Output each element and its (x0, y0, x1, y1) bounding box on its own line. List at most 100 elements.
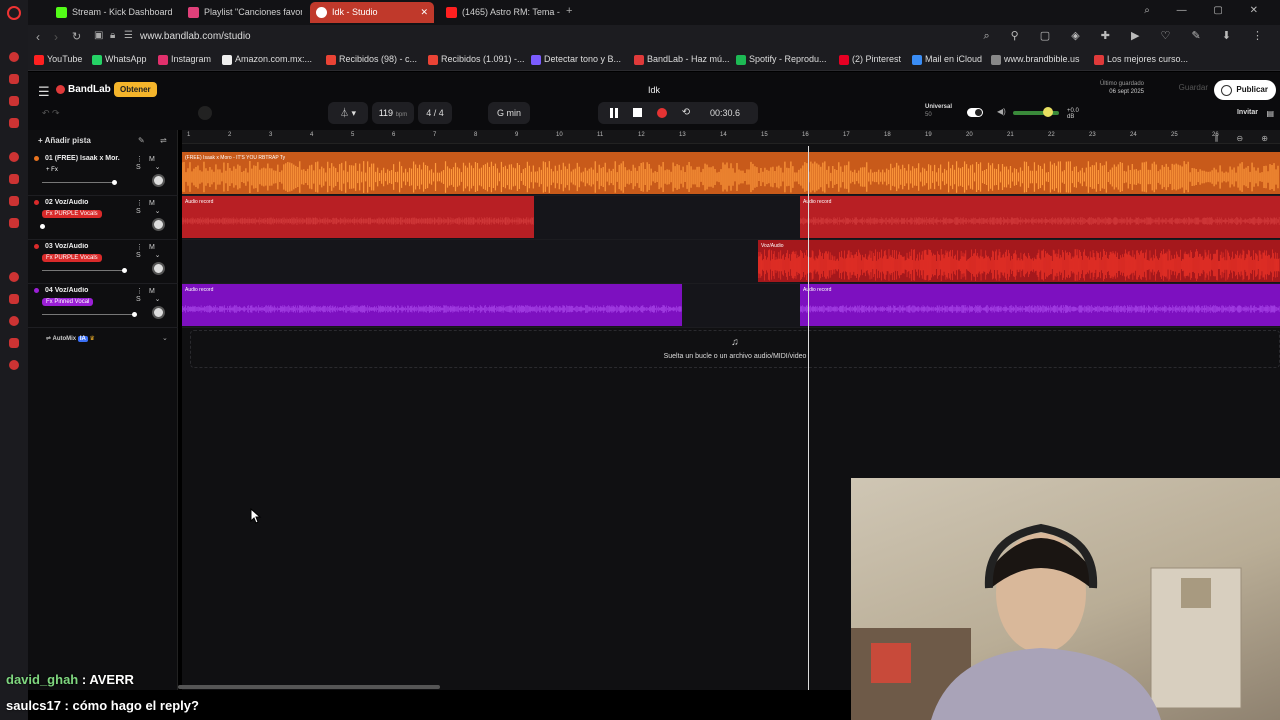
bookmark-item[interactable]: www.brandbible.us (991, 54, 1080, 65)
mail-icon[interactable] (9, 118, 19, 128)
metronome-box[interactable]: ⏃ ▾ (328, 102, 368, 124)
tiktok-icon[interactable] (9, 196, 19, 206)
track-name[interactable]: 04 Voz/Audio (45, 287, 120, 294)
tab-youtube[interactable]: (1465) Astro RM: Tema - (440, 2, 560, 23)
forward-icon[interactable]: › (54, 30, 58, 44)
audio-clip[interactable]: Audio record (182, 284, 682, 326)
metronome-icon[interactable]: ⏃ ▾ (340, 108, 356, 118)
address-bar-tools[interactable]: ⌕ ⚲ ▢ ◈ ✚ ▶ ♡ ✎ ⬇ ⋮ (983, 29, 1272, 43)
settings-circle-icon[interactable] (198, 106, 212, 120)
track-pan-knob[interactable] (152, 218, 165, 231)
track-volume-slider[interactable] (42, 270, 124, 271)
window-controls[interactable]: ⌕ — ▢ ✕ (1144, 5, 1270, 16)
universal-toggle[interactable] (967, 108, 983, 117)
audio-clip[interactable]: Audio record (800, 284, 1280, 326)
site-info-icon[interactable]: ☰ (124, 30, 133, 41)
chat-icon[interactable]: ▤ (1266, 109, 1274, 118)
snapshot-icon[interactable]: ▣ (94, 30, 103, 41)
mute-solo-buttons[interactable]: ⋮M S ⌄ (136, 243, 178, 259)
record-button[interactable] (654, 105, 670, 121)
new-tab-button[interactable]: + (566, 5, 572, 17)
opera-logo-icon[interactable] (7, 6, 21, 20)
bookmark-item[interactable]: Recibidos (98) - c... (326, 54, 417, 65)
track-volume-handle[interactable] (122, 268, 127, 273)
record-arm-icon[interactable] (34, 200, 39, 205)
pause-button[interactable] (606, 105, 622, 121)
edit-icon[interactable]: ✎ (138, 136, 145, 145)
x-icon[interactable] (9, 218, 19, 228)
track-name[interactable]: 02 Voz/Audio (45, 199, 120, 206)
url-field[interactable]: www.bandlab.com/studio (140, 31, 251, 42)
back-icon[interactable]: ‹ (36, 30, 40, 44)
time-signature-box[interactable]: 4 / 4 (418, 102, 452, 124)
bpm-value[interactable]: 119 (379, 108, 393, 118)
instagram-icon[interactable] (9, 174, 19, 184)
bookmark-item[interactable]: BandLab - Haz mú... (634, 54, 730, 65)
track-lane[interactable]: Audio record Audio record (182, 196, 1280, 240)
playhead[interactable] (808, 146, 809, 690)
timeline-ruler[interactable]: 1 2 3 4 5 6 7 8 9 10 11 12 13 14 15 16 17 18 19 20 21 22 23 24 2… (182, 130, 1280, 144)
track-fx-badge[interactable]: Fx PURPLE Vocals (42, 210, 102, 218)
tab-playlist[interactable]: Playlist "Canciones favor (182, 2, 302, 23)
key-value[interactable]: G min (497, 108, 521, 118)
mute-solo-buttons[interactable]: ⋮M S ⌄ (136, 287, 178, 303)
record-arm-icon[interactable] (34, 244, 39, 249)
master-volume-knob[interactable] (1043, 107, 1053, 117)
audio-clip[interactable]: (FREE) Isaak x Moro - IT'S YOU RBTRAP Ty (182, 152, 1280, 194)
play-icon[interactable] (9, 294, 19, 304)
record-arm-icon[interactable] (34, 288, 39, 293)
downloads-icon[interactable] (9, 338, 19, 348)
publish-button[interactable]: Publicar (1214, 80, 1276, 100)
undo-icon[interactable]: ↶ ↷ (42, 108, 60, 119)
bookmark-item[interactable]: YouTube (34, 54, 82, 65)
bookmark-item[interactable]: Los mejores curso... (1094, 54, 1188, 65)
loop-icon[interactable]: ⟲ (678, 105, 694, 121)
track-volume-handle[interactable] (112, 180, 117, 185)
track-fx-badge[interactable]: Fx PURPLE Vocals (42, 254, 102, 262)
workspace-icon[interactable] (9, 74, 19, 84)
track-pan-knob[interactable] (152, 306, 165, 319)
tab-kick-dashboard[interactable]: Stream - Kick Dashboard (50, 2, 176, 23)
save-button[interactable]: Guardar (1179, 83, 1208, 92)
settings-icon[interactable] (9, 360, 19, 370)
track-name[interactable]: 03 Voz/Audio (45, 243, 120, 250)
audio-clip[interactable]: Voz/Audio (758, 240, 1280, 282)
tab-idk-studio[interactable]: Idk - Studio ✕ (310, 2, 434, 23)
track-pan-knob[interactable] (152, 262, 165, 275)
track-volume-slider[interactable] (42, 182, 114, 183)
key-box[interactable]: G min (488, 102, 530, 124)
time-signature[interactable]: 4 / 4 (426, 108, 444, 118)
audio-clip[interactable]: Audio record (182, 196, 534, 238)
bookmark-item[interactable]: WhatsApp (92, 54, 147, 65)
track-name[interactable]: 01 (FREE) Isaak x Mor... (45, 155, 120, 162)
track-lane[interactable]: Voz/Audio (182, 240, 1280, 284)
music-player-icon[interactable] (9, 272, 19, 282)
track-volume-handle[interactable] (40, 224, 45, 229)
record-arm-icon[interactable] (34, 156, 39, 161)
track-options-icon[interactable]: ⇌ (160, 136, 167, 145)
zoom-icons[interactable]: ⫼ ⊖ ⊕ (1214, 134, 1276, 144)
universal-label[interactable]: Universal (925, 104, 952, 110)
drop-zone[interactable]: ♫ Suelta un bucle o un archivo audio/MID… (190, 330, 1280, 368)
bookmark-item[interactable]: Amazon.com.mx:... (222, 54, 312, 65)
invite-button[interactable]: Invitar (1237, 109, 1258, 116)
stop-button[interactable] (630, 105, 646, 121)
bookmark-item[interactable]: Instagram (158, 54, 211, 65)
bookmark-item[interactable]: Mail en iCloud (912, 54, 982, 65)
audio-clip[interactable]: Audio record (800, 196, 1280, 238)
bookmark-item[interactable]: Spotify - Reprodu... (736, 54, 827, 65)
track-lane[interactable]: (FREE) Isaak x Moro - IT'S YOU RBTRAP Ty (182, 152, 1280, 196)
track-header[interactable]: 04 Voz/Audio ⋮M S ⌄ Fx Pinned Vocal (28, 284, 178, 328)
close-tab-icon[interactable]: ✕ (420, 2, 428, 23)
track-header[interactable]: 02 Voz/Audio ⋮M S ⌄ Fx PURPLE Vocals (28, 196, 178, 240)
bookmark-item[interactable]: (2) Pinterest (839, 54, 901, 65)
aria-icon[interactable] (9, 52, 19, 62)
mute-solo-buttons[interactable]: ⋮M S ⌄ (136, 199, 178, 215)
track-header[interactable]: 03 Voz/Audio ⋮M S ⌄ Fx PURPLE Vocals (28, 240, 178, 284)
project-title[interactable]: Idk (28, 85, 1280, 95)
track-fx-badge[interactable]: + Fx (42, 166, 62, 174)
bookmark-item[interactable]: Detectar tono y B... (531, 54, 621, 65)
track-header[interactable]: 01 (FREE) Isaak x Mor... ⋮M S ⌄ + Fx (28, 152, 178, 196)
track-volume-handle[interactable] (132, 312, 137, 317)
bpm-box[interactable]: 119 bpm (372, 102, 414, 124)
